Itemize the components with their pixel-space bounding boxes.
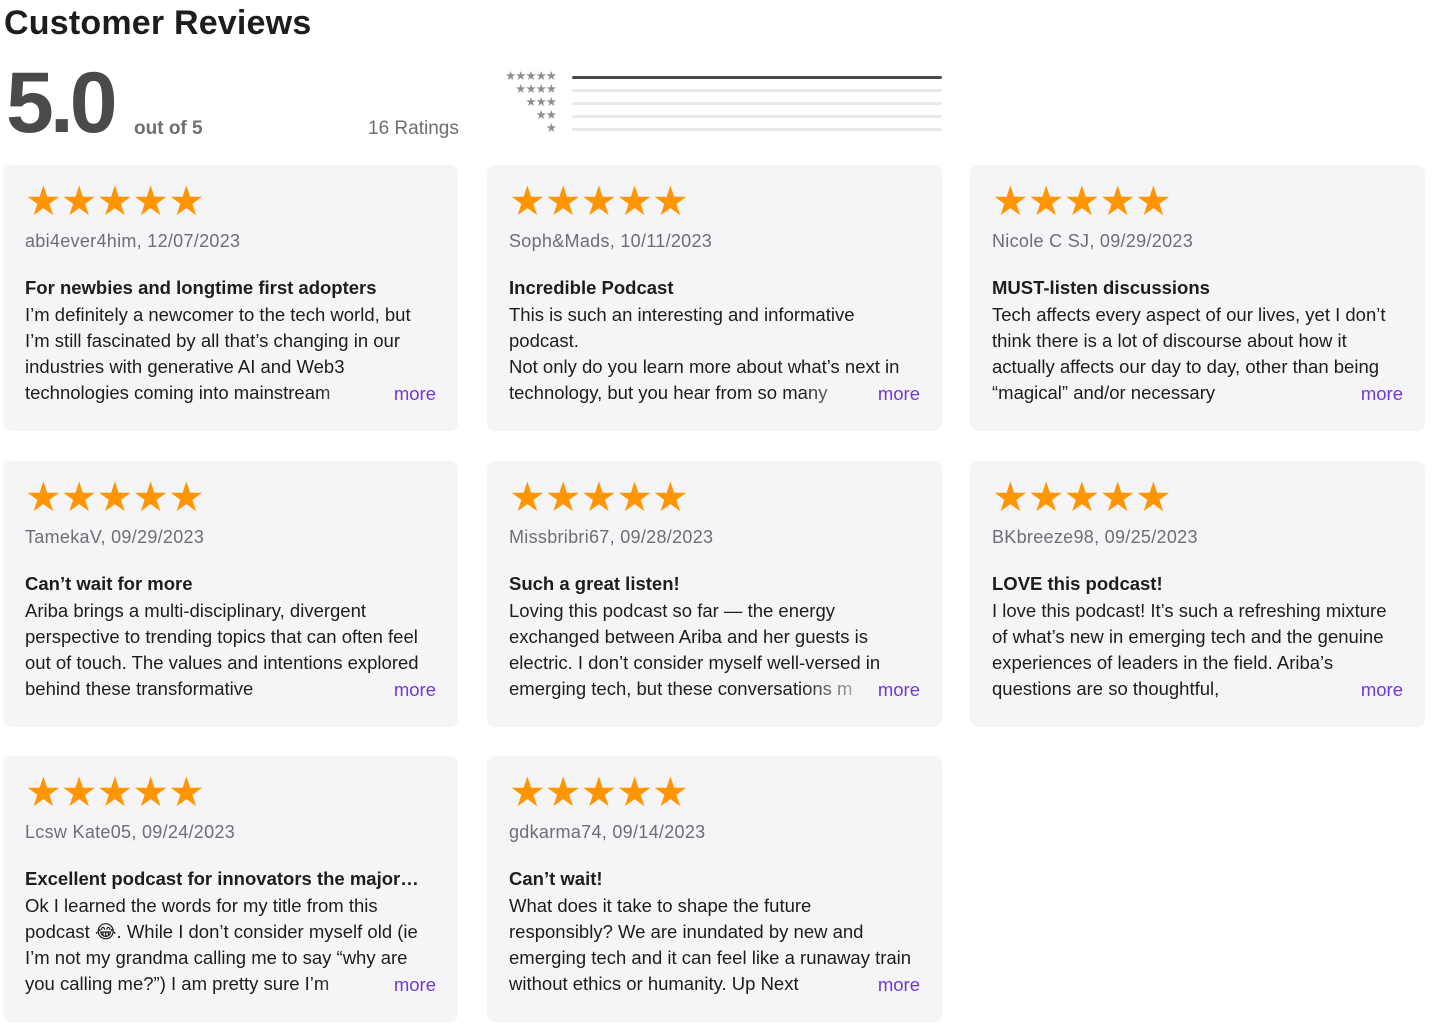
review-card[interactable]: ★★★★★ abi4ever4him, 12/07/2023 For newbi… <box>3 165 458 431</box>
star-rating: ★★★★★ <box>25 474 205 520</box>
star-rating: ★★★★★ <box>25 769 205 815</box>
star-rating: ★★★★★ <box>509 769 689 815</box>
more-link[interactable]: more <box>873 972 920 998</box>
review-card[interactable]: ★★★★★ Missbribri67, 09/28/2023 Such a gr… <box>487 461 942 727</box>
star-rating: ★★★★★ <box>509 178 689 224</box>
review-byline: Lcsw Kate05, 09/24/2023 <box>25 822 236 842</box>
more-link[interactable]: more <box>389 972 436 998</box>
page-title: Customer Reviews <box>4 4 312 42</box>
star-rating: ★★★★★ <box>509 474 689 520</box>
histogram-fill-5 <box>572 76 942 79</box>
review-title: Excellent podcast for innovators the maj… <box>25 868 419 889</box>
review-title: Incredible Podcast <box>509 277 674 298</box>
more-link[interactable]: more <box>1356 381 1403 407</box>
histogram-track-2 <box>572 115 942 118</box>
review-title: Can’t wait! <box>509 868 603 889</box>
review-title: MUST-listen discussions <box>992 277 1210 298</box>
histogram-track-3 <box>572 102 942 105</box>
review-byline: Missbribri67, 09/28/2023 <box>509 527 714 547</box>
out-of-label: out of 5 <box>134 118 203 139</box>
review-card[interactable]: ★★★★★ gdkarma74, 09/14/2023 Can’t wait! … <box>487 756 942 1022</box>
star-rating: ★★★★★ <box>25 178 205 224</box>
review-card[interactable]: ★★★★★ Lcsw Kate05, 09/24/2023 Excellent … <box>3 756 458 1022</box>
review-byline: Nicole C SJ, 09/29/2023 <box>992 231 1194 251</box>
star-rating: ★★★★★ <box>992 178 1172 224</box>
ratings-count: 16 Ratings <box>368 118 459 139</box>
review-card[interactable]: ★★★★★ Soph&Mads, 10/11/2023 Incredible P… <box>487 165 942 431</box>
histogram-track-1 <box>572 128 942 131</box>
more-link[interactable]: more <box>389 677 436 703</box>
review-title: Such a great listen! <box>509 573 680 594</box>
histogram-track-4 <box>572 89 942 92</box>
more-link[interactable]: more <box>873 381 920 407</box>
review-byline: Soph&Mads, 10/11/2023 <box>509 231 713 251</box>
histogram-track-5 <box>572 76 942 79</box>
review-card[interactable]: ★★★★★ TamekaV, 09/29/2023 Can’t wait for… <box>3 461 458 727</box>
star-rating: ★★★★★ <box>992 474 1172 520</box>
review-byline: BKbreeze98, 09/25/2023 <box>992 527 1198 547</box>
average-score: 5.0 <box>6 55 118 151</box>
histogram-stars-1: ★ <box>545 121 557 135</box>
rating-histogram: ★★★★★ ★★★★ ★★★ ★★ ★ <box>486 70 942 135</box>
review-byline: TamekaV, 09/29/2023 <box>25 527 205 547</box>
review-card[interactable]: ★★★★★ Nicole C SJ, 09/29/2023 MUST-liste… <box>970 165 1425 431</box>
more-link[interactable]: more <box>389 381 436 407</box>
more-link[interactable]: more <box>873 677 920 703</box>
review-title: For newbies and longtime first adopters <box>25 277 377 298</box>
more-link[interactable]: more <box>1356 677 1403 703</box>
review-title: LOVE this podcast! <box>992 573 1163 594</box>
review-byline: gdkarma74, 09/14/2023 <box>509 822 706 842</box>
histogram-row-1: ★ <box>486 122 942 135</box>
review-byline: abi4ever4him, 12/07/2023 <box>25 231 241 251</box>
review-title: Can’t wait for more <box>25 573 193 594</box>
review-card[interactable]: ★★★★★ BKbreeze98, 09/25/2023 LOVE this p… <box>970 461 1425 727</box>
